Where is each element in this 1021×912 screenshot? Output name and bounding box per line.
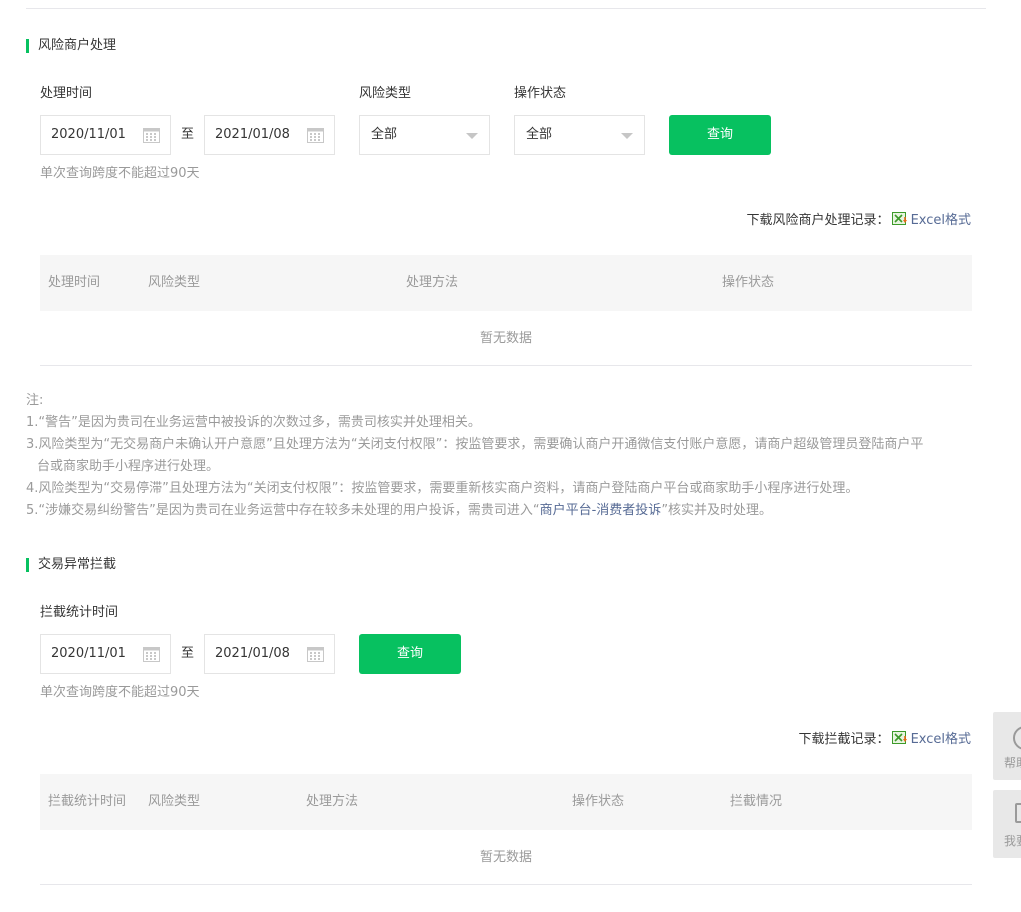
- op-status-value: 全部: [526, 127, 553, 142]
- calendar-icon[interactable]: [143, 646, 160, 662]
- help-circle-icon: [1013, 726, 1021, 750]
- caret-down-icon: [621, 133, 633, 139]
- op-status-select[interactable]: 全部: [514, 115, 645, 155]
- feedback-side-tab[interactable]: 我要: [993, 790, 1021, 858]
- note-line: 3.风险类型为“无交易商户未确认开户意愿”且处理方法为“关闭支付权限”：按监管要…: [26, 437, 924, 452]
- column-header: 操作状态: [572, 794, 625, 809]
- intercept-start-date-input[interactable]: 2020/11/01: [40, 634, 171, 674]
- top-divider: [26, 8, 986, 9]
- intercept-date-to-label: 至: [181, 646, 195, 661]
- risk-end-date-input[interactable]: 2021/01/08: [204, 115, 335, 155]
- intercept-start-date-value: 2020/11/01: [51, 646, 126, 661]
- risk-table-body: 暂无数据: [40, 311, 972, 366]
- consumer-complaint-link[interactable]: 商户平台-消费者投诉: [540, 503, 662, 518]
- feedback-side-tab-label: 我要: [1004, 834, 1021, 848]
- note-line: 台或商家助手小程序进行处理。: [37, 459, 220, 474]
- intercept-time-label: 拦截统计时间: [40, 605, 119, 620]
- risk-download-label: 下载风险商户处理记录：: [746, 213, 890, 228]
- intercept-table-body: 暂无数据: [40, 830, 972, 885]
- risk-date-to-label: 至: [181, 127, 195, 142]
- risk-table: 处理时间 风险类型 处理方法 操作状态 暂无数据: [40, 255, 972, 366]
- column-header: 风险类型: [148, 275, 201, 290]
- column-header: 拦截情况: [730, 794, 783, 809]
- help-side-tab[interactable]: 帮助: [993, 712, 1021, 780]
- intercept-end-date-value: 2021/01/08: [215, 646, 290, 661]
- intercept-excel-link[interactable]: Excel格式: [911, 732, 971, 747]
- risk-time-label: 处理时间: [40, 86, 93, 101]
- intercept-table-header: 拦截统计时间 风险类型 处理方法 操作状态 拦截情况: [40, 774, 972, 830]
- calendar-icon[interactable]: [143, 127, 160, 143]
- risk-end-date-value: 2021/01/08: [215, 127, 290, 142]
- caret-down-icon: [466, 133, 478, 139]
- note-text: 5.“涉嫌交易纠纷警告”是因为贵司在业务运营中存在较多未处理的用户投诉，需贵司进…: [26, 503, 540, 518]
- op-status-label: 操作状态: [514, 86, 567, 101]
- note-text: ”核实并及时处理。: [661, 503, 773, 518]
- intercept-section-title: 交易异常拦截: [26, 557, 116, 573]
- calendar-icon[interactable]: [307, 646, 324, 662]
- risk-excel-link[interactable]: Excel格式: [911, 213, 971, 228]
- notes-block: 注: 1.“警告”是因为贵司在业务运营中被投诉的次数过多，需贵司核实并处理相关。…: [26, 390, 988, 522]
- column-header: 风险类型: [148, 794, 201, 809]
- note-line: 5.“涉嫌交易纠纷警告”是因为贵司在业务运营中存在较多未处理的用户投诉，需贵司进…: [26, 500, 988, 522]
- intercept-download-row: 下载拦截记录： Excel格式: [799, 731, 971, 748]
- excel-icon: [891, 731, 907, 744]
- note-line: 4.风险类型为“交易停滞”且处理方法为“关闭支付权限”：按监管要求，需要重新核实…: [26, 481, 859, 496]
- risk-type-select[interactable]: 全部: [359, 115, 490, 155]
- column-header: 处理方法: [306, 794, 359, 809]
- risk-type-label: 风险类型: [359, 86, 412, 101]
- risk-download-row: 下载风险商户处理记录： Excel格式: [747, 212, 971, 229]
- intercept-range-hint: 单次查询跨度不能超过90天: [40, 685, 200, 700]
- intercept-end-date-input[interactable]: 2021/01/08: [204, 634, 335, 674]
- empty-state-text: 暂无数据: [479, 331, 532, 346]
- notes-heading: 注:: [26, 393, 44, 408]
- empty-state-text: 暂无数据: [479, 850, 532, 865]
- risk-start-date-input[interactable]: 2020/11/01: [40, 115, 171, 155]
- column-header: 处理方法: [406, 275, 459, 290]
- column-header: 操作状态: [722, 275, 775, 290]
- risk-section-title: 风险商户处理: [26, 38, 116, 54]
- note-line: 1.“警告”是因为贵司在业务运营中被投诉的次数过多，需贵司核实并处理相关。: [26, 415, 481, 430]
- risk-start-date-value: 2020/11/01: [51, 127, 126, 142]
- risk-query-button[interactable]: 查询: [669, 115, 771, 155]
- intercept-table: 拦截统计时间 风险类型 处理方法 操作状态 拦截情况 暂无数据: [40, 774, 972, 885]
- column-header: 处理时间: [48, 275, 101, 290]
- risk-range-hint: 单次查询跨度不能超过90天: [40, 166, 200, 181]
- excel-icon: [891, 212, 907, 225]
- risk-type-value: 全部: [371, 127, 398, 142]
- risk-table-header: 处理时间 风险类型 处理方法 操作状态: [40, 255, 972, 311]
- help-side-tab-label: 帮助: [1004, 756, 1021, 770]
- column-header: 拦截统计时间: [48, 794, 127, 809]
- intercept-download-label: 下载拦截记录：: [798, 732, 890, 747]
- calendar-icon[interactable]: [307, 127, 324, 143]
- feedback-icon: [1015, 803, 1021, 823]
- intercept-query-button[interactable]: 查询: [359, 634, 461, 674]
